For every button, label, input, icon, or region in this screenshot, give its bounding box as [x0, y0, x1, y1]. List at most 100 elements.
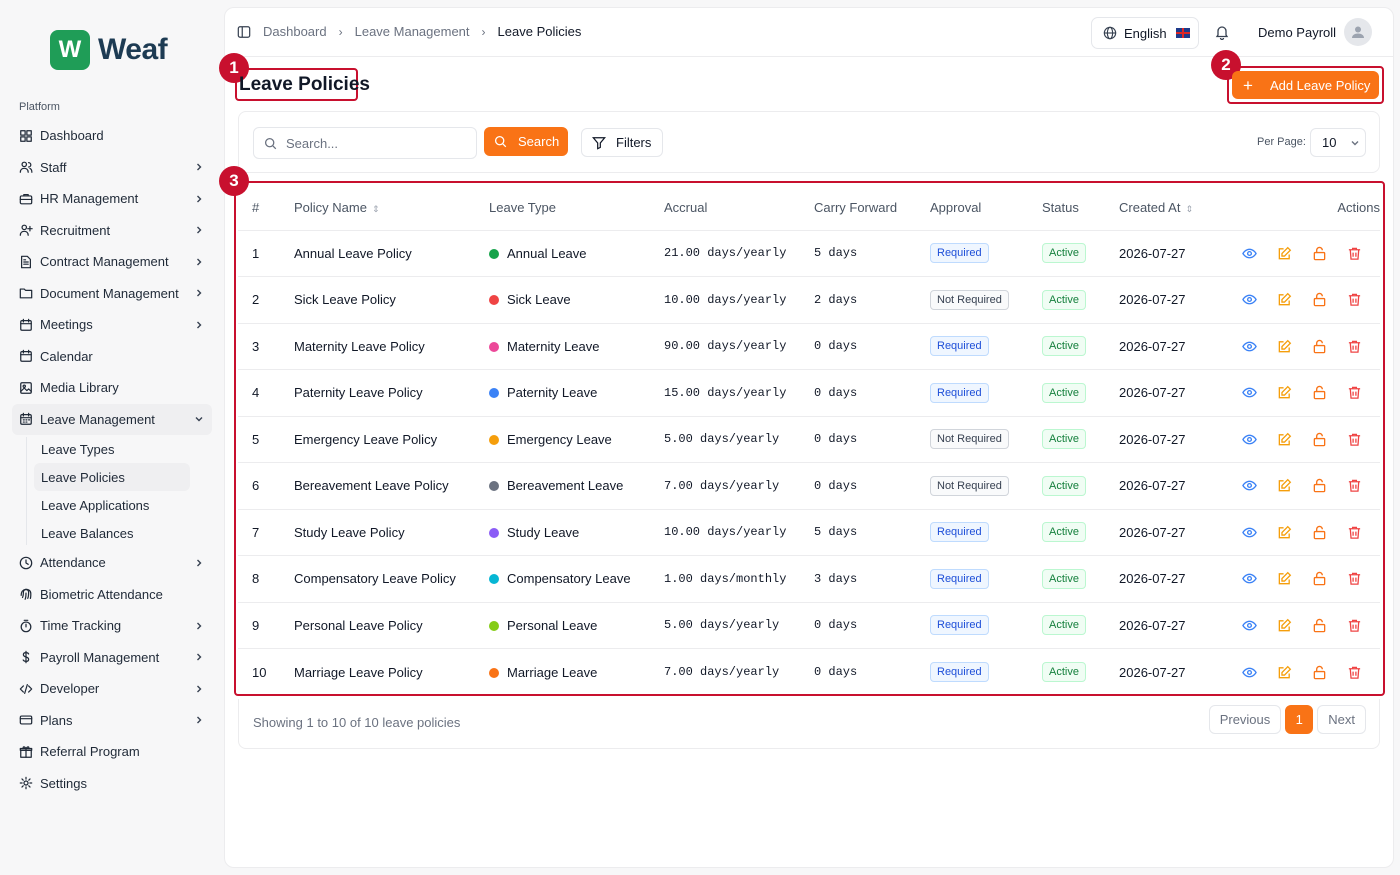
sidebar-item-attendance[interactable]: Attendance: [12, 547, 212, 579]
search-button[interactable]: Search: [484, 127, 568, 156]
carry-forward: 0 days: [814, 385, 858, 400]
edit-button[interactable]: [1276, 478, 1292, 494]
permissions-button[interactable]: [1311, 245, 1327, 261]
breadcrumb-leave-management[interactable]: Leave Management: [355, 24, 470, 39]
search-box[interactable]: [253, 127, 477, 159]
sidebar-item-contract-management[interactable]: Contract Management: [12, 246, 212, 278]
breadcrumb-dashboard[interactable]: Dashboard: [263, 24, 327, 39]
edit-icon: [1277, 292, 1292, 307]
status: Active: [1042, 230, 1119, 277]
sidebar-subitem-leave-types[interactable]: Leave Types: [34, 435, 190, 463]
column-header-policy-name[interactable]: Policy Name ⇕: [294, 185, 489, 231]
delete-button[interactable]: [1346, 524, 1362, 540]
sidebar-item-settings[interactable]: Settings: [12, 768, 212, 800]
view-button[interactable]: [1241, 478, 1257, 494]
sidebar-subitem-leave-balances[interactable]: Leave Balances: [34, 519, 190, 547]
sidebar-subitem-leave-applications[interactable]: Leave Applications: [34, 491, 190, 519]
delete-button[interactable]: [1346, 338, 1362, 354]
delete-button[interactable]: [1346, 617, 1362, 633]
add-leave-policy-button[interactable]: + Add Leave Policy: [1232, 71, 1379, 99]
edit-button[interactable]: [1276, 617, 1292, 633]
sidebar-item-referral-program[interactable]: Referral Program: [12, 736, 212, 768]
sidebar-item-dashboard[interactable]: Dashboard: [12, 120, 212, 152]
permissions-button[interactable]: [1311, 571, 1327, 587]
bell-icon[interactable]: [1214, 24, 1230, 40]
brand-logo[interactable]: W Weaf: [50, 30, 168, 70]
view-button[interactable]: [1241, 292, 1257, 308]
row-actions: [1231, 649, 1380, 696]
policy-name: Compensatory Leave Policy: [294, 571, 456, 587]
edit-button[interactable]: [1276, 385, 1292, 401]
permissions-button[interactable]: [1311, 664, 1327, 680]
delete-button[interactable]: [1346, 292, 1362, 308]
view-button[interactable]: [1241, 385, 1257, 401]
per-page-select[interactable]: 10: [1310, 128, 1366, 157]
edit-button[interactable]: [1276, 431, 1292, 447]
delete-button[interactable]: [1346, 385, 1362, 401]
permissions-button[interactable]: [1311, 617, 1327, 633]
view-button[interactable]: [1241, 524, 1257, 540]
delete-button[interactable]: [1346, 664, 1362, 680]
column-header-actions: Actions: [1231, 185, 1380, 231]
sidebar-item-recruitment[interactable]: Recruitment: [12, 215, 212, 247]
sidebar-item-meetings[interactable]: Meetings: [12, 309, 212, 341]
edit-button[interactable]: [1276, 524, 1292, 540]
view-button[interactable]: [1241, 571, 1257, 587]
search-input[interactable]: [286, 135, 456, 151]
sort-icon[interactable]: ⇕: [372, 204, 380, 214]
row-number: 2: [252, 292, 260, 308]
status: Active: [1042, 649, 1119, 696]
delete-button[interactable]: [1346, 478, 1362, 494]
next-page-button[interactable]: Next: [1317, 705, 1366, 734]
user-menu[interactable]: Demo Payroll: [1258, 18, 1373, 46]
sidebar-item-payroll-management[interactable]: Payroll Management: [12, 642, 212, 674]
sidebar-item-document-management[interactable]: Document Management: [12, 278, 212, 310]
page-1-button[interactable]: 1: [1285, 705, 1314, 734]
delete-button[interactable]: [1346, 245, 1362, 261]
previous-page-button[interactable]: Previous: [1208, 705, 1282, 734]
permissions-button[interactable]: [1311, 292, 1327, 308]
sidebar-item-leave-management[interactable]: Leave Management: [12, 403, 212, 435]
sidebar-item-calendar[interactable]: Calendar: [12, 341, 212, 373]
view-button[interactable]: [1241, 338, 1257, 354]
column-header-created-at[interactable]: Created At ⇕: [1119, 185, 1231, 231]
edit-button[interactable]: [1276, 571, 1292, 587]
leave-type-color-dot: [489, 481, 499, 492]
permissions-button[interactable]: [1311, 431, 1327, 447]
sidebar-toggle-icon[interactable]: [237, 25, 251, 39]
edit-button[interactable]: [1276, 245, 1292, 261]
sort-icon[interactable]: ⇕: [1185, 204, 1193, 214]
topbar: Dashboard › Leave Management › Leave Pol…: [225, 8, 1393, 57]
permissions-button[interactable]: [1311, 478, 1327, 494]
carry-forward: 2 days: [814, 292, 858, 307]
sidebar-item-hr-management[interactable]: HR Management: [12, 183, 212, 215]
filters-button[interactable]: Filters: [581, 128, 663, 157]
language-selector[interactable]: English: [1091, 17, 1199, 49]
created-at: 2026-07-27: [1119, 478, 1186, 494]
permissions-button[interactable]: [1311, 338, 1327, 354]
delete-button[interactable]: [1346, 571, 1362, 587]
edit-button[interactable]: [1276, 338, 1292, 354]
sidebar-item-plans[interactable]: Plans: [12, 705, 212, 737]
user-name: Demo Payroll: [1258, 24, 1337, 40]
sidebar-subitem-leave-policies[interactable]: Leave Policies: [34, 463, 190, 491]
pagination: Previous 1 Next: [1208, 705, 1366, 734]
eye-icon: [1241, 665, 1257, 680]
approval-badge: Not Required: [930, 289, 1009, 310]
permissions-button[interactable]: [1311, 385, 1327, 401]
leave-type: Study Leave: [489, 509, 664, 556]
view-button[interactable]: [1241, 617, 1257, 633]
view-button[interactable]: [1241, 245, 1257, 261]
permissions-button[interactable]: [1311, 524, 1327, 540]
sidebar-item-time-tracking[interactable]: Time Tracking: [12, 610, 212, 642]
sidebar-item-biometric-attendance[interactable]: Biometric Attendance: [12, 579, 212, 611]
view-button[interactable]: [1241, 431, 1257, 447]
edit-button[interactable]: [1276, 664, 1292, 680]
edit-button[interactable]: [1276, 292, 1292, 308]
sidebar-item-media-library[interactable]: Media Library: [12, 372, 212, 404]
sidebar-item-staff[interactable]: Staff: [12, 152, 212, 184]
carry-forward: 0 days: [814, 432, 858, 447]
sidebar-item-developer[interactable]: Developer: [12, 673, 212, 705]
delete-button[interactable]: [1346, 431, 1362, 447]
view-button[interactable]: [1241, 664, 1257, 680]
